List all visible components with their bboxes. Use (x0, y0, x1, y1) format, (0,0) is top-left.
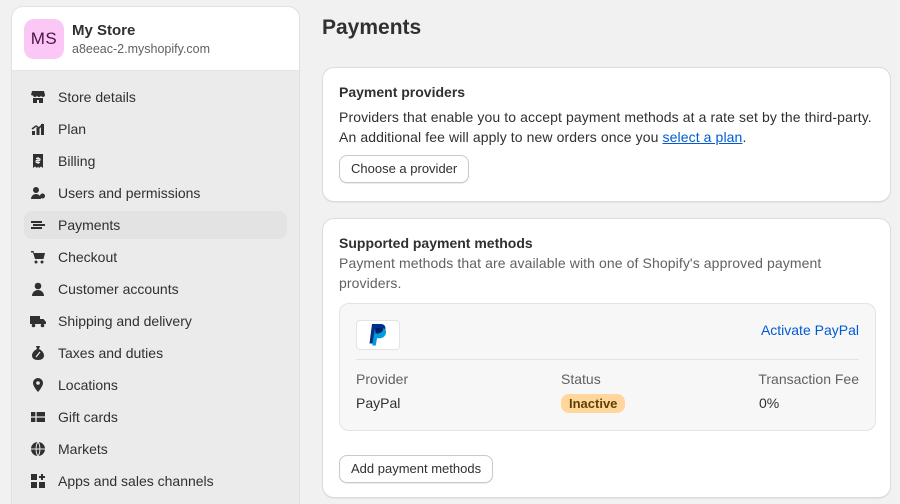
nav-item-customer-accounts[interactable]: Customer accounts (24, 275, 287, 303)
person-icon (30, 281, 46, 297)
select-plan-link[interactable]: select a plan (663, 129, 743, 145)
plan-icon (30, 121, 46, 137)
nav-item-markets[interactable]: Markets (24, 435, 287, 463)
globe-icon (30, 441, 46, 457)
store-header[interactable]: MS My Store a8eeac-2.myshopify.com (12, 7, 299, 71)
panel-divider (356, 359, 859, 360)
nav-label-payments: Payments (58, 217, 121, 233)
cart-icon (30, 249, 46, 265)
payment-providers-title: Payment providers (339, 84, 466, 100)
nav-item-checkout[interactable]: Checkout (24, 243, 287, 271)
nav-label-billing: Billing (58, 153, 96, 169)
supported-payment-methods-card: Supported payment methods Payment method… (322, 218, 891, 498)
add-payment-methods-button[interactable]: Add payment methods (339, 455, 494, 483)
nav-label-customer-accounts: Customer accounts (58, 281, 179, 297)
supported-methods-description: Payment methods that are available with … (339, 255, 822, 291)
settings-nav: Store details Plan Billing Users and per… (12, 71, 299, 495)
activate-paypal-link[interactable]: Activate PayPal (761, 322, 859, 338)
store-avatar: MS (24, 18, 64, 59)
nav-item-shipping-delivery[interactable]: Shipping and delivery (24, 307, 287, 335)
location-icon (30, 377, 46, 393)
nav-item-users-permissions[interactable]: Users and permissions (24, 179, 287, 207)
store-icon (30, 89, 46, 105)
page-title: Payments (322, 16, 422, 39)
nav-item-locations[interactable]: Locations (24, 371, 287, 399)
provider-value: PayPal (356, 395, 401, 411)
nav-item-apps-sales-channels[interactable]: Apps and sales channels (24, 467, 287, 495)
nav-label-users-permissions: Users and permissions (58, 185, 201, 201)
nav-item-gift-cards[interactable]: Gift cards (24, 403, 287, 431)
nav-label-plan: Plan (58, 121, 87, 137)
paypal-logo (356, 320, 400, 350)
nav-label-checkout: Checkout (58, 249, 118, 265)
nav-label-apps-sales-channels: Apps and sales channels (58, 473, 214, 489)
nav-item-payments[interactable]: Payments (24, 211, 287, 239)
store-url: a8eeac-2.myshopify.com (72, 41, 211, 56)
paypal-method-panel: Activate PayPal Provider Status Transact… (339, 303, 876, 431)
nav-label-locations: Locations (58, 377, 118, 393)
nav-item-billing[interactable]: Billing (24, 147, 287, 175)
billing-icon (30, 153, 46, 169)
payments-icon (30, 217, 46, 233)
nav-label-gift-cards: Gift cards (58, 409, 118, 425)
nav-label-taxes-duties: Taxes and duties (58, 345, 164, 361)
payment-providers-card: Payment providers Providers that enable … (322, 67, 891, 202)
providers-description-text: Providers that enable you to accept paym… (339, 109, 872, 145)
nav-label-store-details: Store details (58, 89, 136, 105)
payment-providers-description: Providers that enable you to accept paym… (339, 107, 874, 147)
users-icon (30, 185, 46, 201)
transaction-fee-value: 0% (759, 395, 780, 411)
gift-card-icon (30, 409, 46, 425)
transaction-fee-column-header: Transaction Fee (758, 371, 859, 387)
settings-sidebar: MS My Store a8eeac-2.myshopify.com Store… (11, 6, 300, 504)
status-column-header: Status (561, 371, 601, 387)
tax-icon (30, 345, 46, 361)
choose-provider-button[interactable]: Choose a provider (339, 155, 470, 183)
status-badge: Inactive (561, 394, 626, 413)
nav-label-markets: Markets (58, 441, 108, 457)
nav-item-plan[interactable]: Plan (24, 115, 287, 143)
nav-item-store-details[interactable]: Store details (24, 83, 287, 111)
nav-item-taxes-duties[interactable]: Taxes and duties (24, 339, 287, 367)
truck-icon (30, 313, 46, 329)
store-name: My Store (72, 21, 136, 39)
nav-label-shipping-delivery: Shipping and delivery (58, 313, 192, 329)
providers-description-end: . (742, 129, 747, 145)
provider-column-header: Provider (356, 371, 409, 387)
supported-methods-title: Supported payment methods (339, 235, 533, 251)
apps-icon (30, 473, 46, 489)
